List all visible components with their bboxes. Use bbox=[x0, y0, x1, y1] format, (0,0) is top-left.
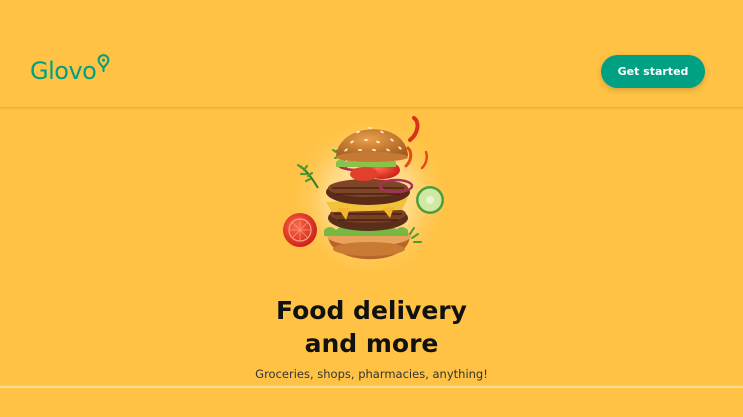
glovo-logo[interactable]: Glovo bbox=[30, 54, 110, 86]
hero-subtitle: Groceries, shops, pharmacies, anything! bbox=[255, 367, 488, 381]
hero-title-line-2: and more bbox=[304, 329, 439, 358]
logo-text: Glovo bbox=[30, 57, 97, 85]
burger-illustration bbox=[283, 116, 452, 276]
location-pin-icon bbox=[97, 54, 110, 72]
site-header: Glovo Get started bbox=[0, 0, 743, 108]
hero-title: Food delivery and more bbox=[0, 294, 743, 360]
hero-title-line-1: Food delivery bbox=[276, 296, 467, 325]
get-started-button[interactable]: Get started bbox=[601, 55, 705, 88]
address-bar-strip bbox=[0, 387, 743, 417]
